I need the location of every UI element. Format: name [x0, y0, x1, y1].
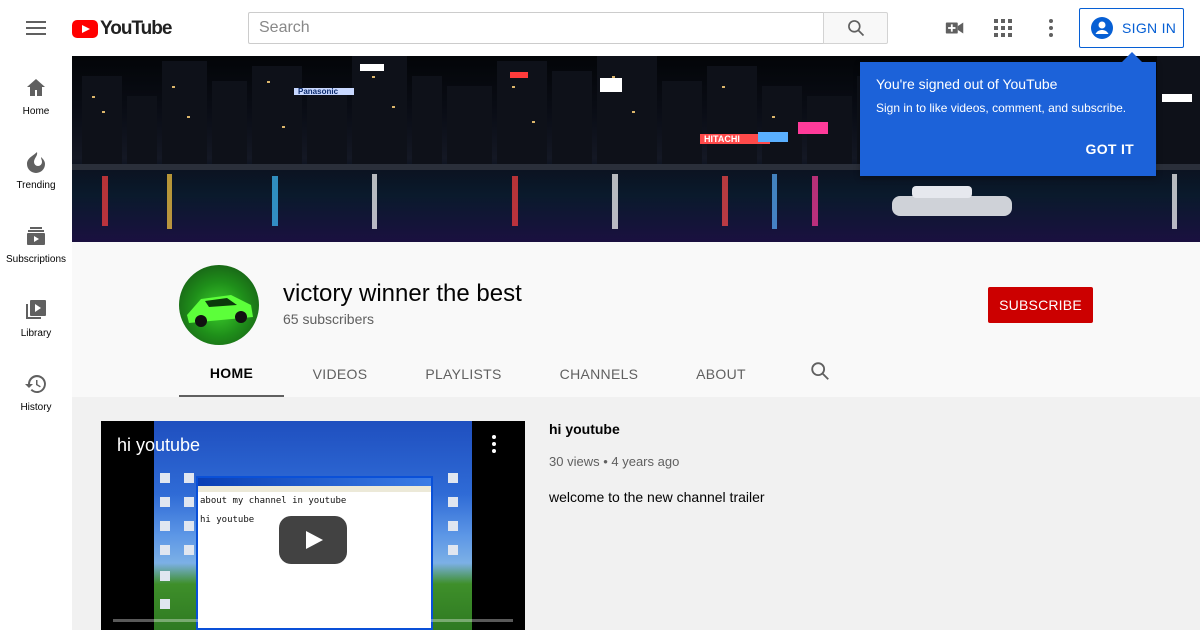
upload-age: 4 years ago — [611, 454, 680, 469]
library-icon — [26, 300, 46, 319]
youtube-logo[interactable]: YouTube — [72, 18, 172, 40]
youtube-play-icon — [72, 20, 98, 38]
sidebar-item-trending[interactable]: Trending — [0, 130, 72, 204]
tab-playlists[interactable]: PLAYLISTS — [396, 350, 531, 397]
tab-about[interactable]: ABOUT — [667, 350, 775, 397]
channel-avatar[interactable] — [179, 265, 259, 345]
logo-text: YouTube — [100, 18, 172, 39]
home-icon — [27, 79, 45, 96]
more-vert-icon[interactable] — [1039, 16, 1063, 40]
subscriber-count: 65 subscribers — [283, 311, 375, 327]
video-metadata: 30 views • 4 years ago — [549, 454, 679, 469]
flame-icon — [27, 152, 45, 173]
subscribe-button[interactable]: SUBSCRIBE — [988, 287, 1093, 323]
sidebar-item-label: Subscriptions — [5, 254, 67, 265]
channel-tabs: HOME VIDEOS PLAYLISTS CHANNELS ABOUT — [179, 350, 829, 397]
subscriptions-icon — [27, 227, 45, 245]
history-icon — [25, 375, 46, 393]
search-icon — [847, 20, 864, 37]
sign-in-button[interactable]: SIGN IN — [1079, 8, 1184, 48]
tab-home[interactable]: HOME — [179, 350, 284, 397]
sidebar-item-label: Trending — [16, 180, 56, 191]
masthead: YouTube SIGN IN — [0, 0, 1200, 56]
account-icon — [1091, 17, 1113, 39]
search-input[interactable] — [249, 13, 824, 43]
video-description: welcome to the new channel trailer — [549, 489, 765, 505]
sidebar-item-library[interactable]: Library — [0, 278, 72, 352]
banner-sign-panasonic: Panasonic — [298, 87, 339, 96]
tab-channels[interactable]: CHANNELS — [531, 350, 667, 397]
sidebar-item-history[interactable]: History — [0, 352, 72, 426]
video-title[interactable]: hi youtube — [549, 421, 620, 437]
player-title[interactable]: hi youtube — [117, 435, 200, 456]
play-button-icon[interactable] — [279, 516, 347, 564]
channel-header: victory winner the best 65 subscribers S… — [72, 242, 1200, 397]
player-progress-bar[interactable] — [113, 619, 513, 622]
create-video-icon[interactable] — [943, 16, 967, 40]
tooltip-title: You're signed out of YouTube — [876, 76, 1058, 92]
tab-videos[interactable]: VIDEOS — [284, 350, 396, 397]
sidebar-item-home[interactable]: Home — [0, 56, 72, 130]
apps-grid-icon[interactable] — [991, 16, 1015, 40]
banner-sign-hitachi: HITACHI — [704, 134, 740, 144]
player-menu-icon[interactable] — [484, 433, 504, 455]
car-avatar-image — [187, 295, 253, 327]
sidebar-item-label: History — [20, 402, 52, 413]
menu-icon[interactable] — [24, 17, 48, 39]
featured-video-player[interactable]: about my channel in youtube hi youtube h… — [101, 421, 525, 630]
sidebar-item-label: Home — [22, 106, 50, 117]
tooltip-body: Sign in to like videos, comment, and sub… — [876, 101, 1127, 115]
sidebar-item-subscriptions[interactable]: Subscriptions — [0, 204, 72, 278]
view-count: 30 views — [549, 454, 600, 469]
channel-search-icon[interactable] — [809, 360, 833, 384]
search-button[interactable] — [823, 12, 888, 44]
signed-out-tooltip: You're signed out of YouTube Sign in to … — [860, 52, 1156, 176]
notepad-line: about my channel in youtube — [200, 496, 347, 506]
channel-content: about my channel in youtube hi youtube h… — [72, 397, 1200, 630]
guide-sidebar: Home Trending Subscriptions Library Hist… — [0, 56, 72, 630]
search-box — [248, 12, 824, 44]
sign-in-label: SIGN IN — [1122, 20, 1177, 36]
sidebar-item-label: Library — [20, 328, 52, 339]
channel-title: victory winner the best — [283, 280, 522, 307]
got-it-button[interactable]: GOT IT — [1086, 141, 1134, 157]
